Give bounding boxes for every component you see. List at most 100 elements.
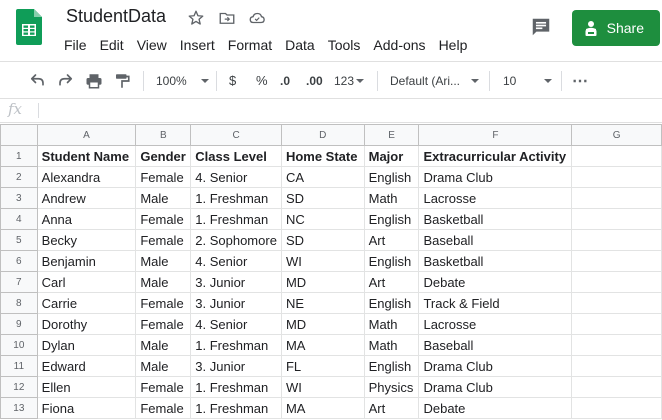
cell[interactable]: Anna [36,208,137,230]
cell[interactable] [571,355,662,377]
menu-data[interactable]: Data [285,36,315,54]
cell[interactable]: Dylan [36,334,137,356]
undo-button[interactable] [28,62,46,99]
cell[interactable]: Art [363,229,420,251]
more-formats-button[interactable]: 123 [334,62,365,99]
cell[interactable]: 1. Freshman [190,208,282,230]
cell[interactable]: Female [135,397,192,419]
cell[interactable]: CA [280,166,365,188]
header-cell[interactable]: Gender [135,145,192,167]
star-icon[interactable] [187,9,205,27]
cell[interactable] [571,271,662,293]
column-header[interactable]: B [135,124,192,146]
cell[interactable]: Debate [418,271,573,293]
cell[interactable]: Male [135,334,192,356]
cell[interactable]: Debate [418,397,573,419]
row-number[interactable]: 6 [0,250,38,272]
cell[interactable] [571,229,662,251]
cell[interactable]: MD [280,271,365,293]
cell[interactable]: Baseball [418,334,573,356]
header-cell[interactable]: Major [363,145,420,167]
cell[interactable]: English [363,166,420,188]
cell[interactable]: 3. Junior [190,271,282,293]
cell[interactable] [571,250,662,272]
menu-format[interactable]: Format [228,36,272,54]
increase-decimal-button[interactable]: .00 [306,62,323,99]
cell[interactable]: Female [135,229,192,251]
cell[interactable]: 4. Senior [190,166,282,188]
redo-button[interactable] [57,62,75,99]
cell[interactable]: MA [280,334,365,356]
cell[interactable]: 1. Freshman [190,397,282,419]
cell[interactable]: Drama Club [418,376,573,398]
cell[interactable]: 1. Freshman [190,376,282,398]
print-button[interactable] [85,62,103,99]
cell[interactable]: Female [135,292,192,314]
cell[interactable]: 1. Freshman [190,187,282,209]
currency-format-button[interactable]: $ [229,62,236,99]
cell[interactable]: Female [135,313,192,335]
cell[interactable]: Math [363,187,420,209]
cell[interactable] [571,187,662,209]
cell[interactable]: Edward [36,355,137,377]
cell[interactable]: Art [363,397,420,419]
cloud-saved-icon[interactable] [248,9,266,27]
cell[interactable]: Basketball [418,250,573,272]
column-header[interactable]: C [190,124,282,146]
cell[interactable]: Ellen [36,376,137,398]
menu-tools[interactable]: Tools [328,36,361,54]
column-header[interactable]: E [363,124,420,146]
cell[interactable]: English [363,292,420,314]
percent-format-button[interactable]: % [256,62,268,99]
cell[interactable]: Becky [36,229,137,251]
cell[interactable]: Carrie [36,292,137,314]
font-size-select[interactable]: 10 [503,62,553,99]
row-number[interactable]: 9 [0,313,38,335]
cell[interactable]: MD [280,313,365,335]
cell[interactable]: Male [135,187,192,209]
cell[interactable] [571,313,662,335]
row-number[interactable]: 11 [0,355,38,377]
row-number[interactable]: 1 [0,145,38,167]
cell[interactable]: Art [363,271,420,293]
cell[interactable]: FL [280,355,365,377]
formula-input[interactable] [44,101,654,120]
move-to-folder-icon[interactable] [218,9,236,27]
cell[interactable]: English [363,208,420,230]
row-number[interactable]: 3 [0,187,38,209]
row-number[interactable]: 4 [0,208,38,230]
cell[interactable]: English [363,250,420,272]
select-all-corner[interactable] [0,124,38,146]
comment-icon[interactable] [530,16,552,38]
cell[interactable]: English [363,355,420,377]
cell[interactable]: 1. Freshman [190,334,282,356]
cell[interactable]: Drama Club [418,355,573,377]
menu-file[interactable]: File [64,36,87,54]
cell[interactable]: NC [280,208,365,230]
zoom-select[interactable]: 100% [156,62,209,99]
cell[interactable]: Track & Field [418,292,573,314]
header-cell[interactable]: Extracurricular Activity [418,145,573,167]
cell[interactable]: Math [363,313,420,335]
paint-format-button[interactable] [113,62,131,99]
menu-edit[interactable]: Edit [100,36,124,54]
cell[interactable]: Female [135,376,192,398]
menu-insert[interactable]: Insert [180,36,215,54]
font-family-select[interactable]: Default (Ari... [390,62,480,99]
cell[interactable]: Alexandra [36,166,137,188]
cell[interactable] [571,376,662,398]
cell[interactable]: Lacrosse [418,313,573,335]
row-number[interactable]: 7 [0,271,38,293]
cell[interactable]: 4. Senior [190,313,282,335]
cell[interactable]: Male [135,355,192,377]
cell[interactable]: SD [280,229,365,251]
cell[interactable] [571,166,662,188]
cell[interactable]: Drama Club [418,166,573,188]
cell[interactable]: Dorothy [36,313,137,335]
cell[interactable]: MA [280,397,365,419]
cell[interactable] [571,397,662,419]
cell[interactable]: Physics [363,376,420,398]
cell[interactable]: Male [135,250,192,272]
cell[interactable]: SD [280,187,365,209]
cell[interactable]: Male [135,271,192,293]
